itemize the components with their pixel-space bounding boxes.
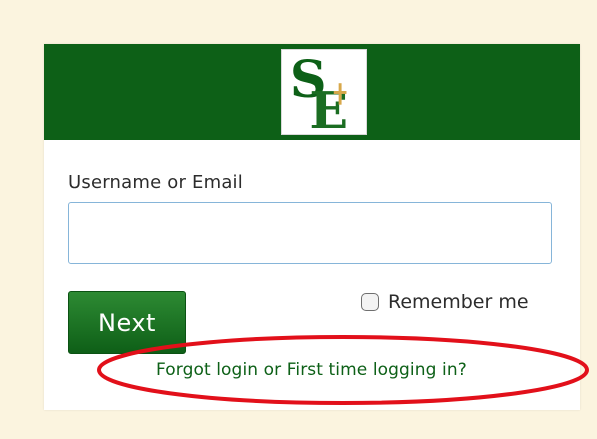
remember-me-option[interactable]: Remember me (361, 291, 529, 313)
forgot-login-link[interactable]: Forgot login or First time logging in? (156, 360, 467, 380)
remember-me-checkbox[interactable] (361, 293, 379, 311)
username-input[interactable] (68, 202, 552, 264)
remember-me-label: Remember me (388, 291, 529, 313)
page-background: S E Username or Email Next Remember me F… (0, 0, 597, 439)
next-button[interactable]: Next (68, 291, 186, 354)
school-logo-icon: S E (281, 49, 367, 135)
login-card: S E Username or Email Next Remember me F… (44, 44, 580, 410)
svg-text:E: E (309, 80, 348, 134)
login-header: S E (44, 44, 580, 140)
username-label: Username or Email (68, 172, 243, 193)
